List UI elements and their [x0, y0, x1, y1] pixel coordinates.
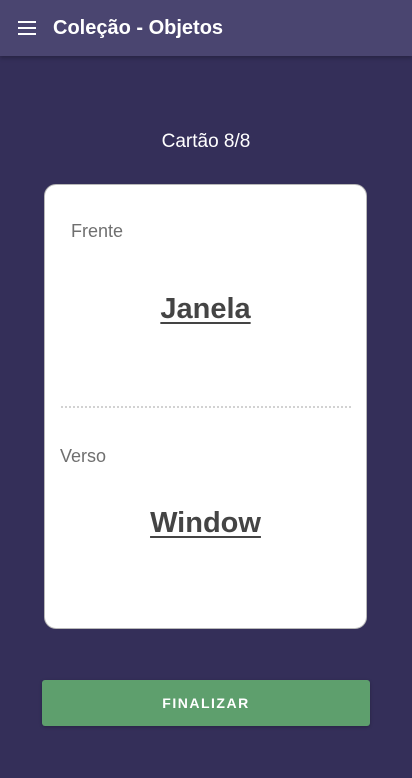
- card-divider: [61, 406, 351, 408]
- menu-icon: [18, 20, 38, 36]
- menu-button[interactable]: [12, 12, 44, 44]
- page-title: Coleção - Objetos: [53, 17, 224, 39]
- front-word: Janela: [160, 293, 251, 325]
- back-word: Window: [150, 507, 261, 539]
- finish-button[interactable]: FINALIZAR: [42, 680, 370, 726]
- back-label: Verso: [60, 446, 107, 466]
- front-label: Frente: [71, 221, 124, 241]
- card-counter: Cartão 8/8: [161, 131, 251, 152]
- flash-card: Frente Janela Verso Window: [44, 184, 367, 629]
- finish-button-label: FINALIZAR: [162, 695, 250, 711]
- app-bar: Coleção - Objetos: [0, 0, 412, 56]
